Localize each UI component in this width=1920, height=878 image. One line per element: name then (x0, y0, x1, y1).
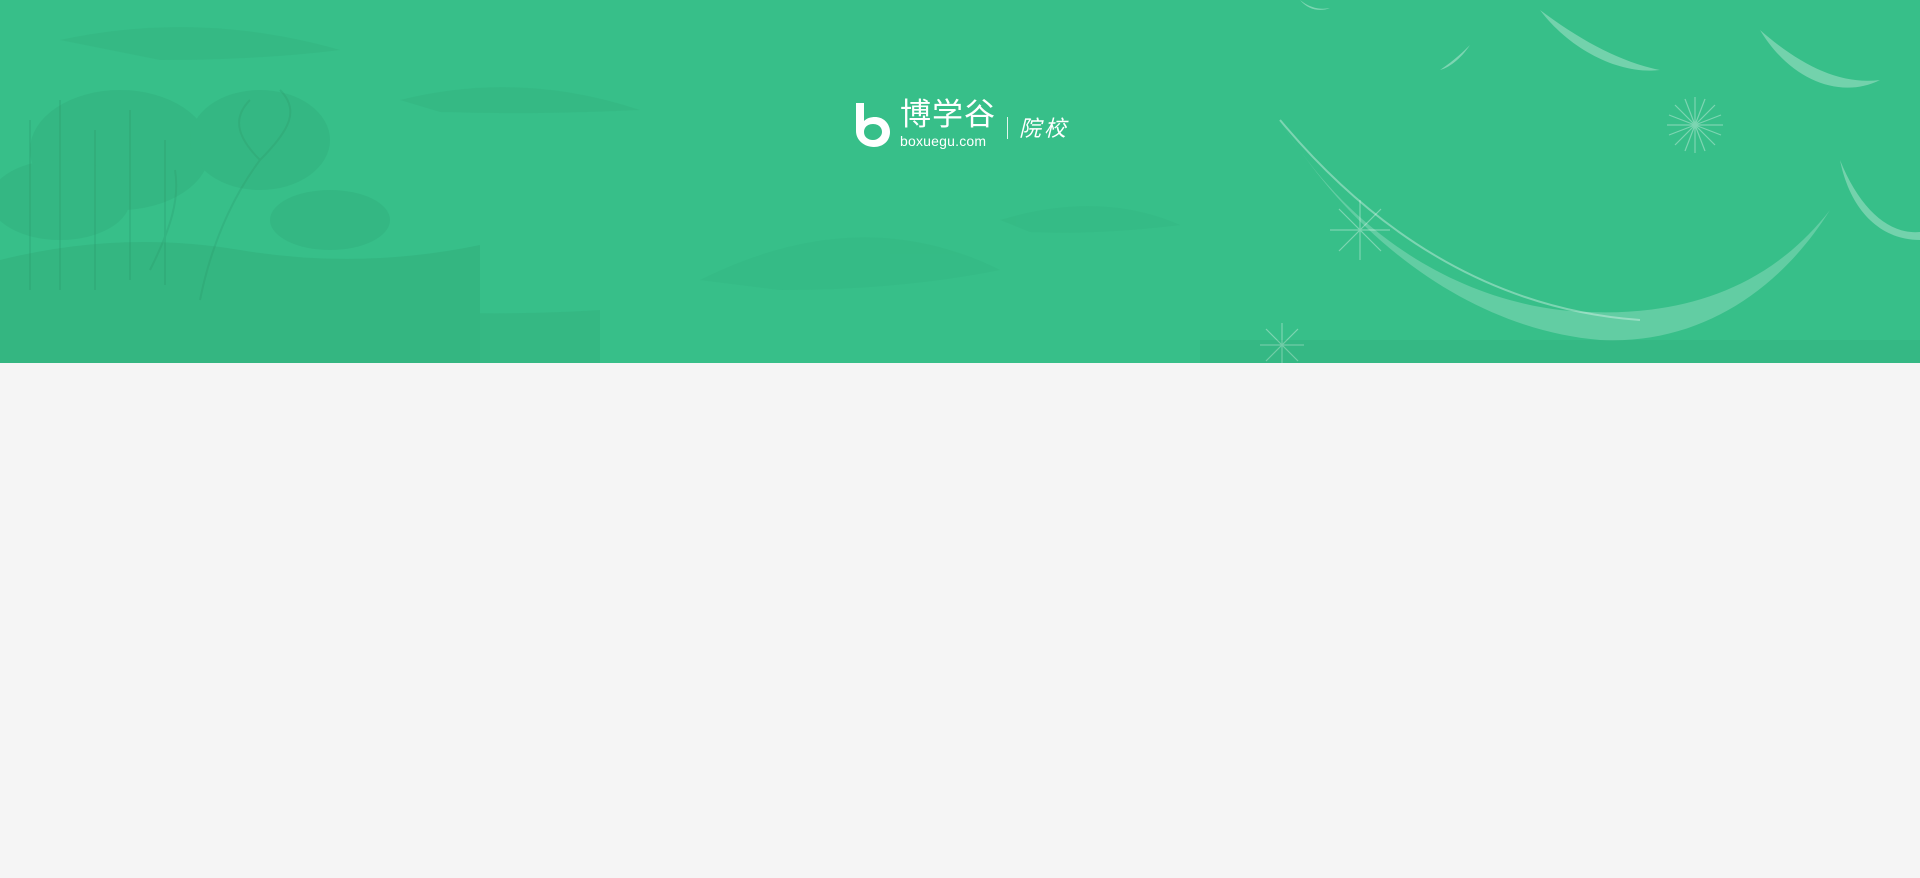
main-content-area (0, 363, 1920, 878)
brand-section-label: 院校 (1019, 117, 1070, 142)
brand-domain: boxuegu.com (900, 133, 987, 149)
banner-background-illustration (0, 0, 1920, 363)
header-banner: 博学谷 boxuegu.com 院校 (0, 0, 1920, 363)
brand-text: 博学谷 boxuegu.com (900, 97, 996, 149)
brand-name: 博学谷 (900, 97, 996, 133)
boxuegu-logo-icon (856, 103, 890, 147)
brand-logo[interactable]: 博学谷 boxuegu.com 院校 (852, 98, 1069, 150)
brand-divider (1007, 117, 1008, 139)
